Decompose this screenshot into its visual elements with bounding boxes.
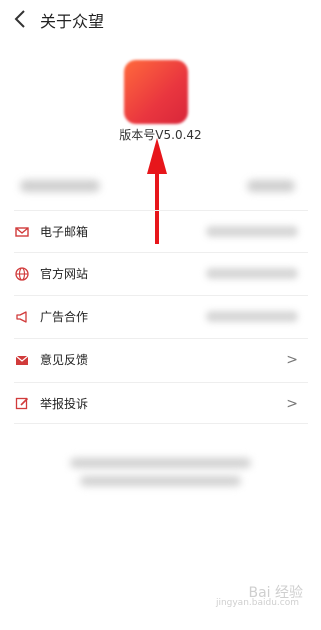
blurred-value [206, 268, 298, 279]
app-logo [124, 60, 188, 124]
blurred-footer-line [80, 476, 241, 486]
header: 关于众望 [0, 0, 321, 40]
chevron-right-icon: > [286, 352, 298, 368]
watermark-subtext: jingyan.baidu.com [215, 598, 299, 608]
blurred-info-row [14, 166, 307, 208]
menu-item-label: 意见反馈 [40, 353, 89, 367]
menu-item-label: 广告合作 [40, 310, 89, 324]
menu-item-feedback[interactable]: 意见反馈 > [14, 338, 308, 380]
report-icon [14, 395, 30, 411]
blurred-value [206, 311, 298, 322]
blurred-footer-line [70, 458, 251, 468]
feedback-icon [14, 352, 30, 368]
menu-item-email[interactable]: 电子邮箱 [14, 210, 308, 252]
back-chevron-icon[interactable] [12, 9, 28, 29]
menu-item-ads[interactable]: 广告合作 [14, 295, 308, 337]
menu-item-label: 举报投诉 [40, 396, 89, 411]
page-title: 关于众望 [40, 12, 105, 31]
blurred-value [206, 226, 298, 237]
mail-icon [14, 224, 30, 240]
menu-item-label: 电子邮箱 [40, 225, 89, 239]
globe-icon [14, 266, 30, 282]
megaphone-icon [14, 309, 30, 325]
chevron-right-icon: > [286, 396, 298, 412]
menu-item-label: 官方网站 [40, 267, 89, 281]
menu-item-website[interactable]: 官方网站 [14, 252, 308, 294]
menu-item-report[interactable]: 举报投诉 > [14, 382, 308, 424]
